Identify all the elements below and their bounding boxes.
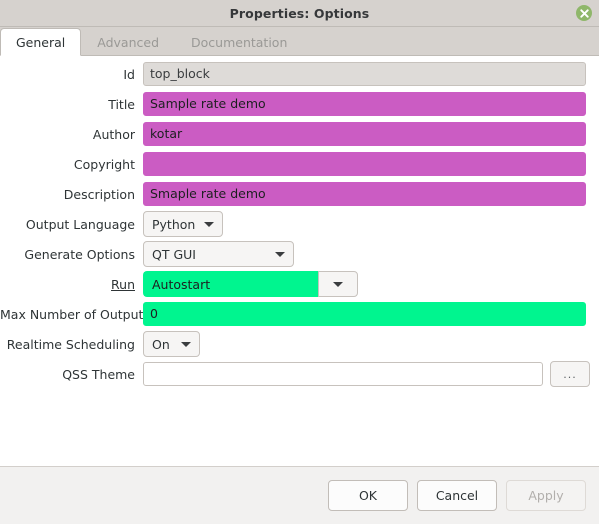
generate-options-value: QT GUI (152, 246, 196, 262)
ok-button[interactable]: OK (328, 480, 408, 511)
label-run[interactable]: Run (0, 277, 143, 292)
output-language-value: Python (152, 216, 196, 232)
apply-button: Apply (506, 480, 586, 511)
form-row-run: Run Autostart (0, 271, 594, 297)
form-row-realtime-scheduling: Realtime Scheduling On (0, 331, 594, 357)
label-copyright: Copyright (73, 156, 135, 172)
label-id: Id (123, 66, 135, 82)
chevron-down-icon (275, 251, 285, 257)
label-generate-options: Generate Options (24, 246, 135, 262)
form-row-output-language: Output Language Python (0, 211, 594, 237)
copyright-input[interactable] (143, 152, 586, 176)
window-title: Properties: Options (229, 5, 370, 21)
form-row-author: Author (0, 122, 594, 146)
qss-theme-browse-button[interactable]: ... (550, 361, 590, 387)
form-row-qss-theme: QSS Theme ... (0, 361, 594, 387)
realtime-scheduling-value: On (152, 336, 170, 352)
tab-bar: General Advanced Documentation (0, 27, 599, 56)
form-row-description: Description (0, 182, 594, 206)
form-row-copyright: Copyright (0, 152, 594, 176)
label-max-number-of-output: Max Number of Output (0, 306, 144, 322)
cancel-button[interactable]: Cancel (417, 480, 497, 511)
description-input[interactable] (143, 182, 586, 206)
id-input[interactable] (143, 62, 586, 86)
realtime-scheduling-dropdown[interactable]: On (143, 331, 200, 357)
chevron-down-icon (204, 221, 215, 227)
properties-dialog: Properties: Options General Advanced Doc… (0, 0, 599, 524)
chevron-down-icon (333, 281, 343, 287)
label-realtime-scheduling: Realtime Scheduling (6, 336, 135, 352)
run-dropdown[interactable]: Autostart (143, 271, 358, 297)
chevron-down-icon (181, 341, 191, 347)
form-row-title: Title (0, 92, 594, 116)
dialog-footer: OK Cancel Apply (0, 466, 599, 524)
run-dropdown-arrow-button[interactable] (318, 271, 358, 297)
close-icon[interactable] (576, 5, 592, 21)
max-number-of-output-input[interactable] (143, 302, 586, 326)
form-row-generate-options: Generate Options QT GUI (0, 241, 594, 267)
form-row-max-number-of-output: Max Number of Output (0, 302, 594, 326)
options-form: Id Title Author Copyrig (0, 62, 594, 387)
form-row-id: Id (0, 62, 594, 86)
output-language-dropdown[interactable]: Python (143, 211, 223, 237)
generate-options-dropdown[interactable]: QT GUI (143, 241, 294, 267)
title-bar: Properties: Options (0, 0, 599, 27)
label-description: Description (63, 186, 135, 202)
tab-documentation[interactable]: Documentation (175, 28, 303, 55)
label-qss-theme: QSS Theme (62, 366, 135, 382)
tab-general[interactable]: General (0, 28, 82, 56)
title-input[interactable] (143, 92, 586, 116)
qss-theme-input[interactable] (143, 362, 543, 386)
author-input[interactable] (143, 122, 586, 146)
run-value[interactable]: Autostart (143, 271, 318, 297)
tab-advanced[interactable]: Advanced (81, 28, 175, 55)
label-author: Author (92, 126, 135, 142)
label-title: Title (108, 96, 135, 112)
label-output-language: Output Language (25, 216, 135, 232)
general-tab-panel: Id Title Author Copyrig (0, 56, 599, 466)
